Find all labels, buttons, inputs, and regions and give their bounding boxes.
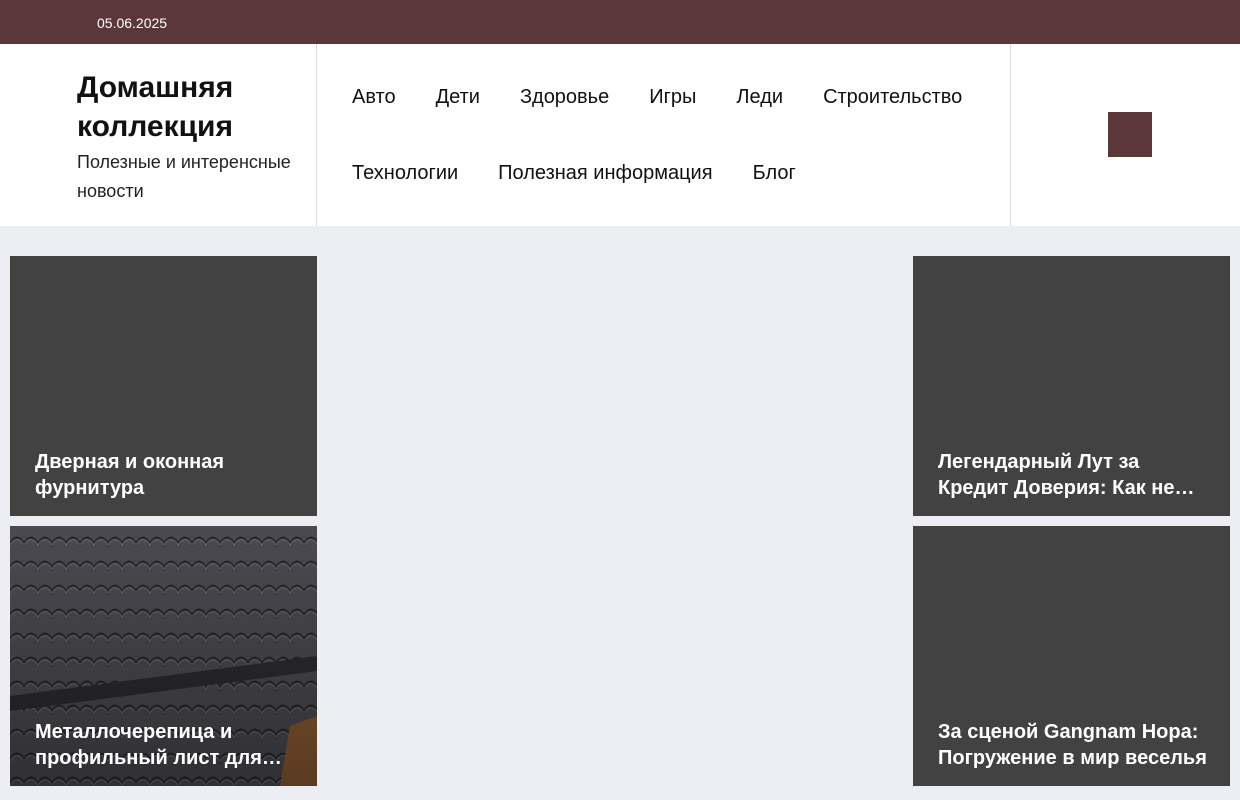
nav-row: Технологии Полезная информация Блог [352, 161, 836, 185]
top-bar: 05.06.2025 [0, 0, 1240, 44]
post-card[interactable]: Металлочерепица и профильный лист для ст… [10, 526, 317, 786]
nav-item-games[interactable]: Игры [649, 85, 696, 109]
current-date: 05.06.2025 [97, 15, 168, 31]
post-card-title[interactable]: За сценой Gangnam Нора: Погружение в мир… [938, 719, 1210, 771]
post-card[interactable]: Легендарный Лут за Кредит Доверия: Как н… [913, 256, 1230, 516]
header-divider [1010, 44, 1011, 226]
post-card-title[interactable]: Легендарный Лут за Кредит Доверия: Как н… [938, 449, 1210, 501]
nav-item-health[interactable]: Здоровье [520, 85, 609, 109]
post-card[interactable]: За сценой Gangnam Нора: Погружение в мир… [913, 526, 1230, 786]
nav-item-ladies[interactable]: Леди [736, 85, 783, 109]
post-card-title[interactable]: Дверная и оконная фурнитура [35, 449, 297, 501]
nav-item-kids[interactable]: Дети [436, 85, 480, 109]
post-card-title[interactable]: Металлочерепица и профильный лист для ст… [35, 719, 297, 771]
nav-item-technology[interactable]: Технологии [352, 161, 458, 185]
nav-item-construction[interactable]: Строительство [823, 85, 962, 109]
search-button[interactable] [1108, 112, 1152, 157]
header-divider [316, 44, 317, 226]
nav-item-blog[interactable]: Блог [753, 161, 796, 185]
site-header: Домашняя коллекция Полезные и интеренсны… [0, 44, 1240, 226]
nav-item-useful-info[interactable]: Полезная информация [498, 161, 712, 185]
nav-row: Авто Дети Здоровье Игры Леди Строительство [352, 85, 1002, 109]
site-description: Полезные и интеренсные новости [77, 152, 291, 201]
nav-item-auto[interactable]: Авто [352, 85, 396, 109]
site-branding: Домашняя коллекция Полезные и интеренсны… [77, 68, 307, 206]
post-card[interactable]: Дверная и оконная фурнитура [10, 256, 317, 516]
site-title[interactable]: Домашняя коллекция [77, 68, 307, 146]
